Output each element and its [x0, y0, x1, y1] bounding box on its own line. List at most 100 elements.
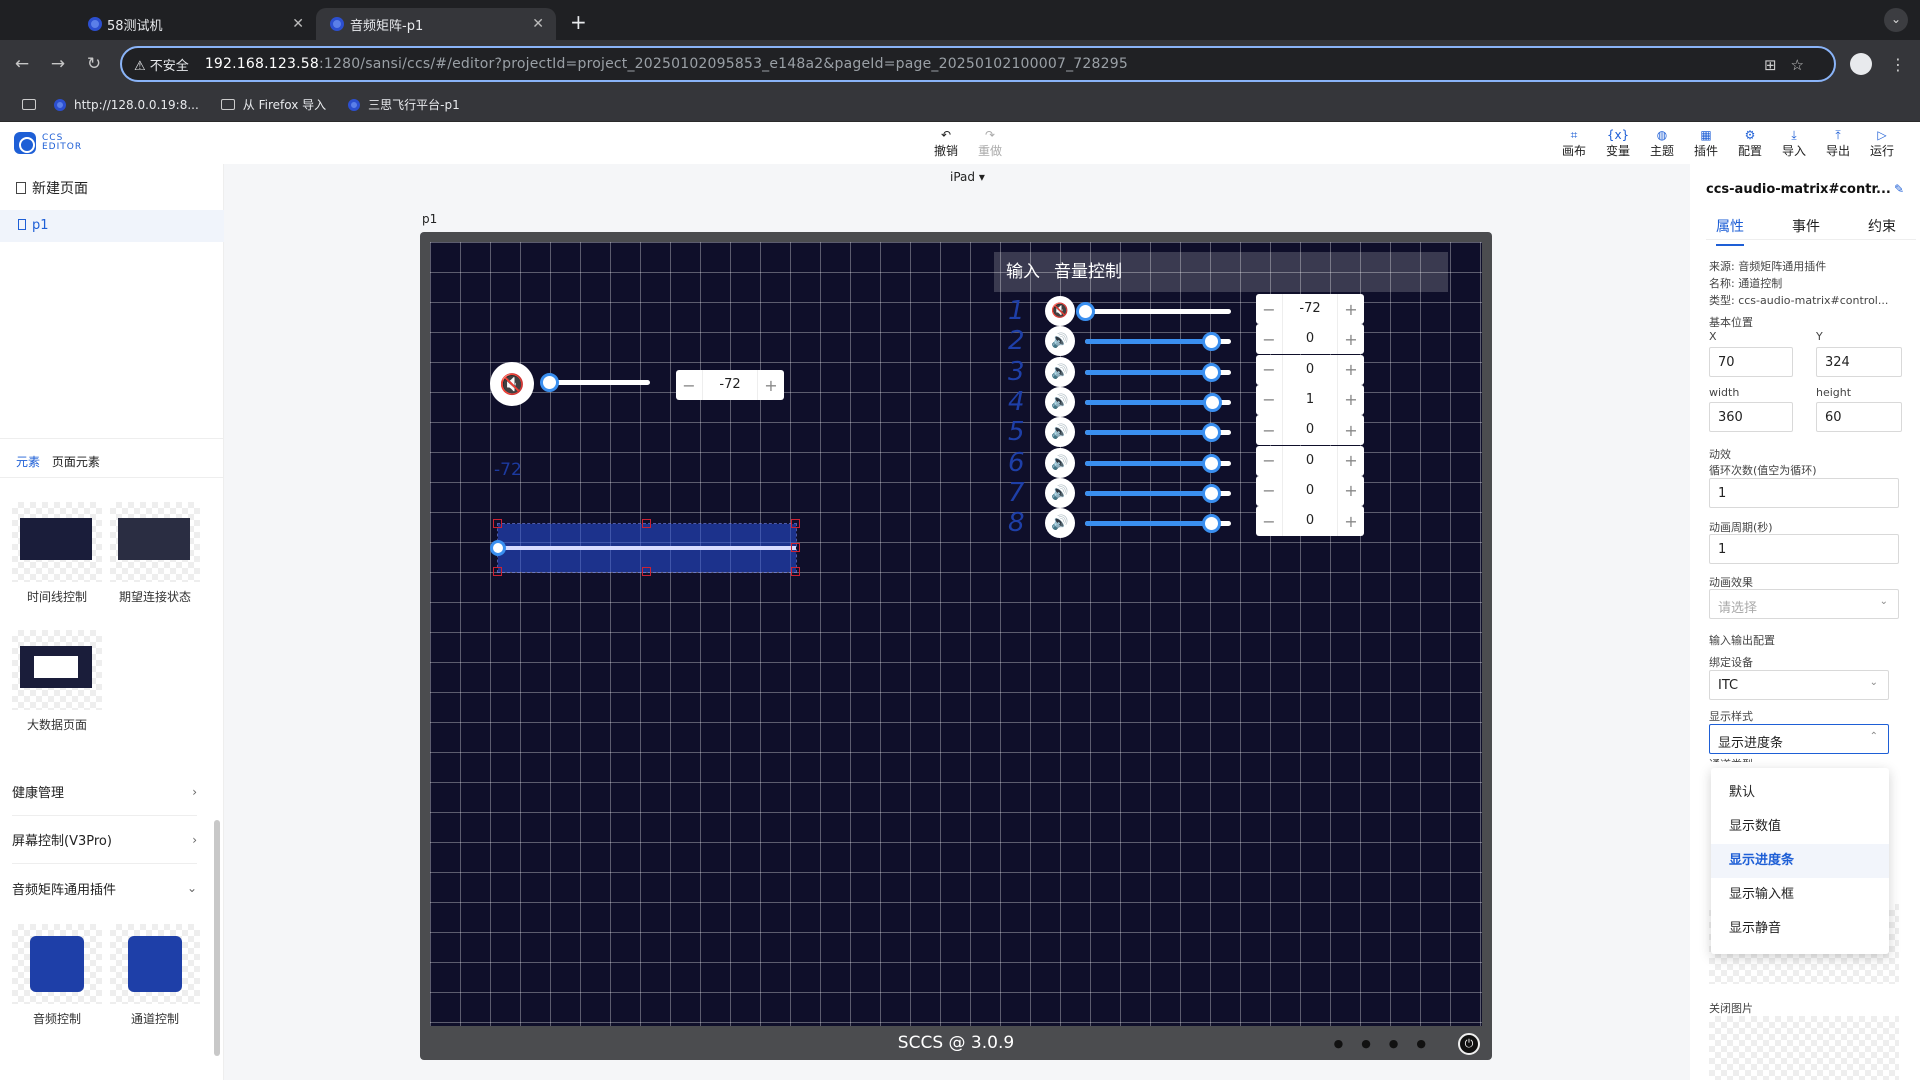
component-thumb[interactable]: 音频控制: [12, 924, 102, 1027]
stepper-value[interactable]: -72: [1282, 294, 1338, 324]
speaker-icon[interactable]: 🔊: [1045, 386, 1075, 417]
volume-slider[interactable]: [1085, 362, 1231, 382]
effect-select[interactable]: 请选择 ⌄: [1709, 589, 1899, 619]
plus-button[interactable]: +: [1338, 330, 1364, 349]
resize-handle[interactable]: [791, 543, 800, 552]
width-input[interactable]: 360: [1709, 402, 1793, 432]
option-default[interactable]: 默认: [1711, 776, 1889, 810]
minus-button[interactable]: −: [1256, 360, 1282, 379]
tab-elements[interactable]: 元素: [16, 455, 40, 469]
minus-button[interactable]: −: [676, 376, 702, 395]
tab-properties[interactable]: 属性: [1716, 216, 1744, 246]
tab-search-icon[interactable]: ⌄: [1884, 8, 1908, 32]
design-grid[interactable]: 输入 音量控制 1 🔇 − -72 +2 🔊 −0 +3 🔊 −0 +4 🔊 −1 +5 🔊 −0 +6 🔊 −0 +7…: [430, 242, 1482, 1026]
profile-avatar-icon[interactable]: [1850, 53, 1872, 75]
export-button[interactable]: ⤒ 导出: [1820, 128, 1856, 159]
theme-button[interactable]: ◍ 主题: [1644, 128, 1680, 159]
resize-handle[interactable]: [791, 567, 800, 576]
slider-handle[interactable]: [1202, 514, 1221, 534]
minus-button[interactable]: −: [1256, 512, 1282, 531]
speaker-icon[interactable]: 🔊: [1045, 477, 1075, 508]
volume-slider[interactable]: [1076, 302, 1231, 321]
volume-slider[interactable]: [1085, 392, 1231, 412]
speaker-icon[interactable]: 🔊: [1045, 508, 1075, 539]
device-select[interactable]: iPad ▾: [950, 170, 985, 184]
edit-icon[interactable]: ✎: [1894, 182, 1904, 196]
bookmark-folder[interactable]: 从 Firefox 导入: [220, 96, 326, 113]
y-input[interactable]: 324: [1816, 347, 1902, 377]
page-list-item[interactable]: p1: [0, 210, 224, 242]
minus-button[interactable]: −: [1256, 451, 1282, 470]
close-image-placeholder[interactable]: [1709, 1016, 1899, 1080]
minus-button[interactable]: −: [1256, 300, 1282, 319]
minus-button[interactable]: −: [1256, 390, 1282, 409]
resize-handle[interactable]: [791, 519, 800, 528]
volume-slider[interactable]: [540, 373, 650, 392]
volume-stepper[interactable]: −0 +: [1256, 506, 1364, 537]
address-bar[interactable]: ⚠ 不安全 192.168.123.58:1280/sansi/ccs/#/ed…: [120, 46, 1836, 82]
volume-stepper[interactable]: − -72 +: [676, 370, 784, 400]
option-show-mute[interactable]: 显示静音: [1711, 912, 1889, 946]
browser-menu-icon[interactable]: ⋮: [1890, 55, 1906, 74]
volume-slider[interactable]: [1085, 423, 1231, 443]
power-icon[interactable]: ⏻: [1458, 1033, 1480, 1055]
speaker-icon[interactable]: 🔊: [1045, 417, 1075, 448]
security-warning[interactable]: ⚠ 不安全: [134, 55, 189, 74]
close-tab-icon[interactable]: ✕: [292, 16, 304, 32]
tab-constraints[interactable]: 约束: [1868, 216, 1896, 236]
loop-input[interactable]: 1: [1709, 478, 1899, 508]
plus-button[interactable]: +: [1338, 421, 1364, 440]
slider-handle[interactable]: [1202, 332, 1221, 352]
plus-button[interactable]: +: [1338, 390, 1364, 409]
resize-handle[interactable]: [642, 519, 651, 528]
volume-slider[interactable]: [1085, 483, 1231, 503]
new-page-button[interactable]: 新建页面: [16, 178, 88, 198]
volume-stepper[interactable]: −0 +: [1256, 354, 1364, 385]
volume-stepper[interactable]: −0 +: [1256, 415, 1364, 446]
plus-button[interactable]: +: [1338, 512, 1364, 531]
minus-button[interactable]: −: [1256, 421, 1282, 440]
bookmark-item[interactable]: 三思飞行平台-p1: [348, 96, 460, 113]
accordion-screen-control[interactable]: 屏幕控制(V3Pro) ›: [12, 816, 197, 864]
style-select[interactable]: 显示进度条 ⌃: [1709, 724, 1889, 754]
volume-stepper[interactable]: −0 +: [1256, 475, 1364, 506]
translate-bookmark-icons[interactable]: ⊞☆: [1764, 56, 1818, 74]
resize-handle[interactable]: [642, 567, 651, 576]
device-select[interactable]: ITC ⌄: [1709, 670, 1889, 700]
volume-stepper[interactable]: −0 +: [1256, 445, 1364, 476]
plus-button[interactable]: +: [1338, 481, 1364, 500]
selected-channel-control[interactable]: [490, 523, 797, 573]
stepper-value[interactable]: 0: [1282, 324, 1338, 355]
browser-tab[interactable]: 58测试机 ✕: [0, 8, 316, 40]
tab-page-elements[interactable]: 页面元素: [52, 455, 100, 469]
slider-handle[interactable]: [1203, 392, 1222, 412]
volume-slider[interactable]: [1085, 514, 1231, 534]
plus-button[interactable]: +: [1338, 360, 1364, 379]
option-show-input[interactable]: 显示输入框: [1711, 878, 1889, 912]
canvas-button[interactable]: ⌗ 画布: [1556, 128, 1592, 159]
height-input[interactable]: 60: [1816, 402, 1902, 432]
reload-icon[interactable]: ↻: [80, 54, 108, 74]
stepper-value[interactable]: 1: [1282, 384, 1338, 415]
undo-button[interactable]: ↶ 撤销: [926, 128, 966, 159]
component-thumb[interactable]: 期望连接状态: [110, 502, 200, 605]
back-icon[interactable]: ←: [8, 54, 36, 74]
stepper-value[interactable]: 0: [1282, 475, 1338, 506]
plus-button[interactable]: +: [758, 376, 784, 395]
slider-handle[interactable]: [1202, 362, 1221, 382]
redo-button[interactable]: ↷ 重做: [970, 128, 1010, 159]
mute-icon[interactable]: 🔇: [490, 362, 534, 406]
x-input[interactable]: 70: [1709, 347, 1793, 377]
mute-icon[interactable]: 🔇: [1045, 296, 1075, 326]
accordion-audio-matrix[interactable]: 音频矩阵通用插件 ⌄: [12, 864, 197, 912]
volume-slider[interactable]: [1085, 332, 1231, 352]
minus-button[interactable]: −: [1256, 481, 1282, 500]
new-tab-icon[interactable]: +: [570, 10, 587, 34]
option-show-value[interactable]: 显示数值: [1711, 810, 1889, 844]
resize-handle[interactable]: [493, 567, 502, 576]
accordion-health[interactable]: 健康管理 ›: [12, 768, 197, 816]
run-button[interactable]: ▷ 运行: [1864, 128, 1900, 159]
slider-handle[interactable]: [1202, 453, 1221, 473]
volume-stepper[interactable]: −0 +: [1256, 324, 1364, 355]
volume-slider[interactable]: [1085, 453, 1231, 473]
